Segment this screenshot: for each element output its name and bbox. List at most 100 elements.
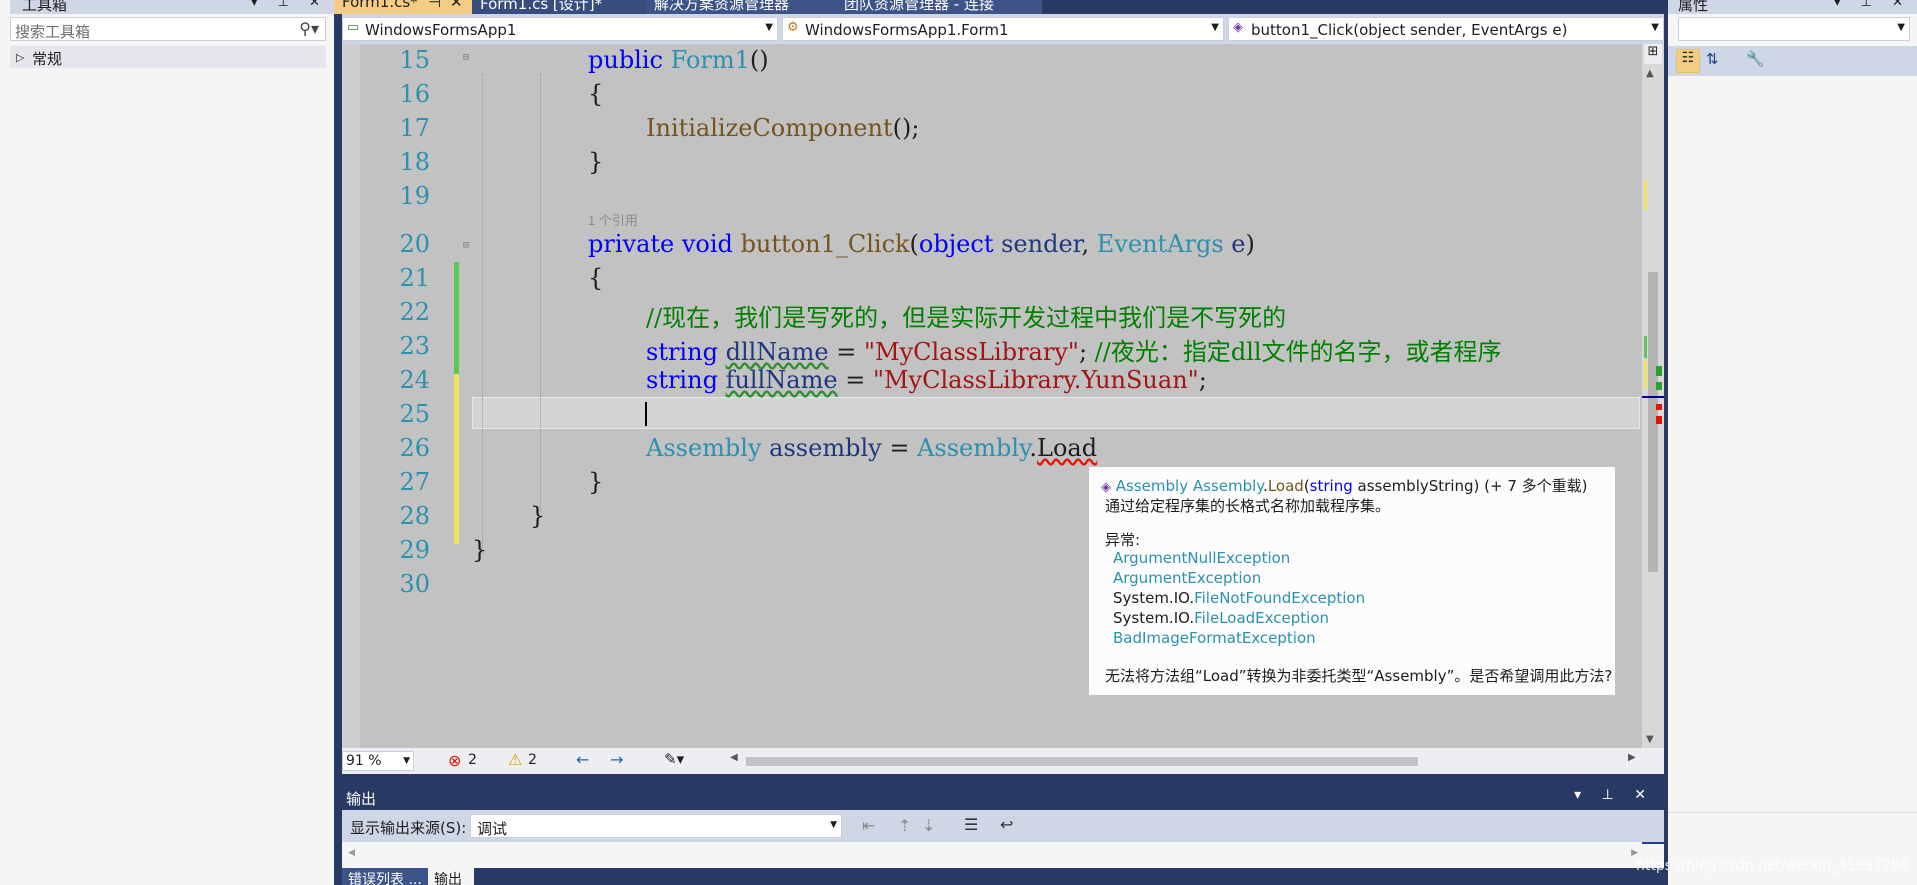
operator: = [889,434,910,462]
code-line-29: } [472,536,488,564]
keyword: public [588,46,663,74]
class-name: Assembly [1192,477,1264,495]
tab-team-explorer[interactable]: 团队资源管理器 - 连接 [836,0,1042,14]
punctuation: ; [1078,338,1088,366]
punctuation: ( [909,230,919,258]
namespace: System.IO. [1113,609,1195,627]
tab-output[interactable]: 输出 [428,868,474,885]
editor-vertical-scrollbar[interactable]: ⊞ ▲ ▼ [1642,44,1664,748]
output-title: 输出 [346,790,377,808]
collapse-icon[interactable]: ⊟ [463,240,469,251]
return-type: Assembly [1115,477,1189,495]
line-number: 25 [399,400,430,428]
class-dropdown[interactable]: ⚙ WindowsFormsApp1.Form1 ▼ [782,17,1224,41]
split-editor-icon[interactable]: ⊞ [1644,44,1662,64]
param-name: assemblyString [1357,477,1474,495]
editor-status-bar: 91 % ▼ ⊗ 2 ⚠ 2 ← → ✎▾ ◀ ▶ [342,748,1664,774]
line-number: 17 [399,114,430,142]
line-number: 23 [399,332,430,360]
collapse-icon[interactable]: ⊟ [463,52,469,63]
word-wrap-icon[interactable]: ↩ [1000,815,1013,834]
previous-message-icon[interactable]: ⇡ [898,816,911,835]
chevron-down-icon: ▼ [403,756,410,766]
navigate-back-icon[interactable]: ← [576,750,589,769]
wrench-icon[interactable]: 🔧 [1746,50,1765,68]
navigate-forward-icon[interactable]: → [610,750,623,769]
scroll-up-icon[interactable]: ▲ [1646,68,1654,79]
line-number: 29 [399,536,430,564]
properties-titlebar: 属性 ▾ ⊥ ✕ [1668,0,1917,14]
operator: = [836,338,857,366]
output-window-controls[interactable]: ▾ ⊥ ✕ [1574,787,1654,803]
line-number: 27 [399,468,430,496]
warning-icon[interactable]: ⚠ [508,750,522,769]
line-number: 15 [399,46,430,74]
project-dropdown[interactable]: ▭ WindowsFormsApp1 ▼ [342,17,778,41]
tab-label: 错误列表 ... [348,872,422,885]
toolbox-window-controls[interactable]: ▾ ⊥ ✕ [251,0,328,10]
scroll-warning-marker [1656,382,1662,390]
keyword: object [918,230,994,258]
line-number: 28 [399,502,430,530]
scroll-left-icon[interactable]: ◀ [348,848,355,858]
scroll-down-icon[interactable]: ▼ [1646,734,1654,745]
pin-icon[interactable]: ⊣ [428,0,441,11]
toolbox-search-input[interactable]: 搜索工具箱 ⚲▾ [10,17,326,41]
brush-icon[interactable]: ✎▾ [664,750,684,768]
output-text-area[interactable]: ◀ ▶ [342,842,1664,868]
namespace: System.IO. [1113,589,1195,607]
clear-all-icon[interactable]: ☰ [964,815,978,834]
properties-divider [1668,812,1917,813]
tab-error-list[interactable]: 错误列表 ... [342,868,428,885]
tab-form1-cs[interactable]: Form1.cs* ⊣ ✕ [334,0,472,14]
toolbox-titlebar: 工具箱 ▾ ⊥ ✕ [10,0,334,14]
toolbox-title: 工具箱 [22,0,68,14]
error-count[interactable]: 2 [468,752,477,768]
scroll-left-icon[interactable]: ◀ [730,752,738,763]
toolbox-group-general[interactable]: ▷ 常规 [10,46,326,68]
code-line-18: } [588,148,604,176]
overload-count: (+ 7 多个重载) [1484,477,1588,495]
punctuation: (); [892,114,920,142]
find-message-icon[interactable]: ⇤ [862,816,875,835]
properties-window-controls[interactable]: ▾ ⊥ ✕ [1834,0,1911,10]
categorized-icon[interactable]: ☷ [1676,49,1700,73]
codelens-references[interactable]: 1 个引用 [588,210,638,229]
warning-count[interactable]: 2 [528,752,537,768]
punctuation: () [749,46,769,74]
line-number: 22 [399,298,430,326]
keyword: private [588,230,675,258]
method-name-error: Load [1037,434,1098,462]
properties-title: 属性 [1678,0,1709,14]
change-marker-unsaved [454,374,459,544]
tab-solution-explorer[interactable]: 解决方案资源管理器 [646,0,836,14]
zoom-dropdown[interactable]: 91 % ▼ [342,751,414,771]
keyword: void [681,230,733,258]
string-literal: "MyClassLibrary" [863,338,1079,366]
keyword: string [646,338,718,366]
expand-arrow-icon[interactable]: ▷ [16,51,24,64]
scroll-change-marker [1644,180,1647,210]
method-icon: ◈ [1233,20,1243,35]
horizontal-scrollbar-thumb[interactable] [746,757,1418,766]
object-selector-dropdown[interactable]: ▼ [1678,17,1910,41]
search-icon[interactable]: ⚲▾ [299,19,319,38]
scroll-right-icon[interactable]: ▶ [1628,752,1636,763]
chevron-down-icon: ▼ [765,22,773,33]
close-icon[interactable]: ✕ [450,0,463,11]
tab-form1-designer[interactable]: Form1.cs [设计]* [472,0,646,14]
alphabetical-sort-icon[interactable]: ⇅ [1706,50,1719,68]
method-name: Load [1267,477,1304,495]
scroll-right-icon[interactable]: ▶ [1631,848,1638,858]
line-number: 21 [399,264,430,292]
member-dropdown[interactable]: ◈ button1_Click(object sender, EventArgs… [1228,17,1664,41]
output-source-dropdown[interactable]: 调试 ▼ [470,814,842,838]
line-number: 16 [399,80,430,108]
next-message-icon[interactable]: ⇣ [922,816,935,835]
comment: //夜光：指定dll文件的名字，或者程序 [1094,338,1502,366]
indent-guide [482,74,483,554]
punctuation: ; [1198,366,1207,394]
line-number: 24 [399,366,430,394]
error-icon[interactable]: ⊗ [448,751,461,770]
class-icon: ⚙ [787,20,799,35]
